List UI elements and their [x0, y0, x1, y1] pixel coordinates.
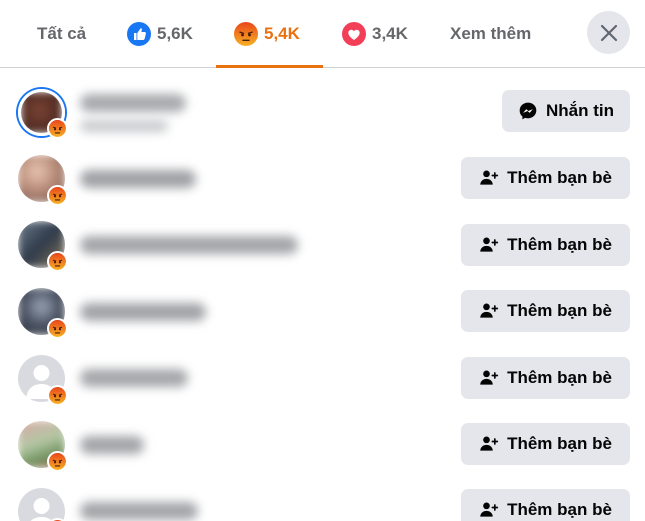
list-item: Thêm bạn bè [0, 480, 645, 521]
angry-icon [47, 451, 68, 472]
message-button[interactable]: Nhắn tin [502, 90, 630, 132]
add-friend-label: Thêm bạn bè [507, 434, 612, 453]
add-friend-label: Thêm bạn bè [507, 368, 612, 387]
angry-icon [47, 185, 68, 206]
person-name[interactable] [80, 170, 196, 188]
person-name[interactable] [80, 436, 144, 454]
tab-all[interactable]: Tất cả [37, 0, 86, 68]
person-name[interactable] [80, 236, 298, 254]
tab-see-more[interactable]: Xem thêm [450, 0, 531, 68]
list-item: Thêm bạn bè [0, 280, 645, 344]
tab-love-count: 3,4K [372, 24, 408, 43]
angry-icon [47, 251, 68, 272]
person-name[interactable] [80, 502, 198, 520]
add-friend-button[interactable]: Thêm bạn bè [461, 423, 630, 465]
active-tab-indicator [216, 65, 323, 68]
list-item: Thêm bạn bè [0, 414, 645, 478]
tab-like-count: 5,6K [157, 24, 193, 43]
list-item: Nhắn tin [0, 80, 645, 144]
close-button[interactable] [587, 11, 630, 54]
love-icon [342, 22, 366, 46]
angry-icon [47, 318, 68, 339]
add-friend-label: Thêm bạn bè [507, 168, 612, 187]
add-friend-button[interactable]: Thêm bạn bè [461, 489, 630, 521]
add-friend-button[interactable]: Thêm bạn bè [461, 357, 630, 399]
person-name[interactable] [80, 369, 188, 387]
add-friend-label: Thêm bạn bè [507, 235, 612, 254]
add-friend-icon [480, 303, 499, 318]
add-friend-icon [480, 237, 499, 252]
default-avatar-icon [30, 498, 53, 521]
reaction-tabs: Tất cả 5,6K 5,4K 3,4K Xem thêm [0, 0, 645, 68]
add-friend-button[interactable]: Thêm bạn bè [461, 157, 630, 199]
angry-icon [47, 385, 68, 406]
list-item: Thêm bạn bè [0, 214, 645, 278]
tab-all-label: Tất cả [37, 24, 87, 43]
add-friend-label: Thêm bạn bè [507, 500, 612, 519]
add-friend-icon [480, 170, 499, 185]
add-friend-button[interactable]: Thêm bạn bè [461, 290, 630, 332]
add-friend-icon [480, 502, 499, 517]
tab-angry-count: 5,4K [264, 24, 300, 43]
tab-angry[interactable]: 5,4K [234, 0, 300, 68]
add-friend-icon [480, 370, 499, 385]
person-subtitle [80, 120, 168, 132]
list-item: Thêm bạn bè [0, 347, 645, 411]
close-icon [600, 24, 617, 41]
person-name[interactable] [80, 303, 206, 321]
tab-see-more-label: Xem thêm [450, 24, 532, 43]
avatar[interactable] [18, 488, 65, 521]
add-friend-icon [480, 436, 499, 451]
like-icon [127, 22, 151, 46]
angry-icon [47, 118, 68, 139]
message-button-label: Nhắn tin [546, 101, 614, 120]
tab-love[interactable]: 3,4K [342, 0, 408, 68]
messenger-icon [519, 102, 537, 120]
list-item: Thêm bạn bè [0, 147, 645, 211]
tab-like[interactable]: 5,6K [127, 0, 193, 68]
angry-icon [234, 22, 258, 46]
person-name[interactable] [80, 94, 186, 112]
add-friend-label: Thêm bạn bè [507, 301, 612, 320]
add-friend-button[interactable]: Thêm bạn bè [461, 224, 630, 266]
